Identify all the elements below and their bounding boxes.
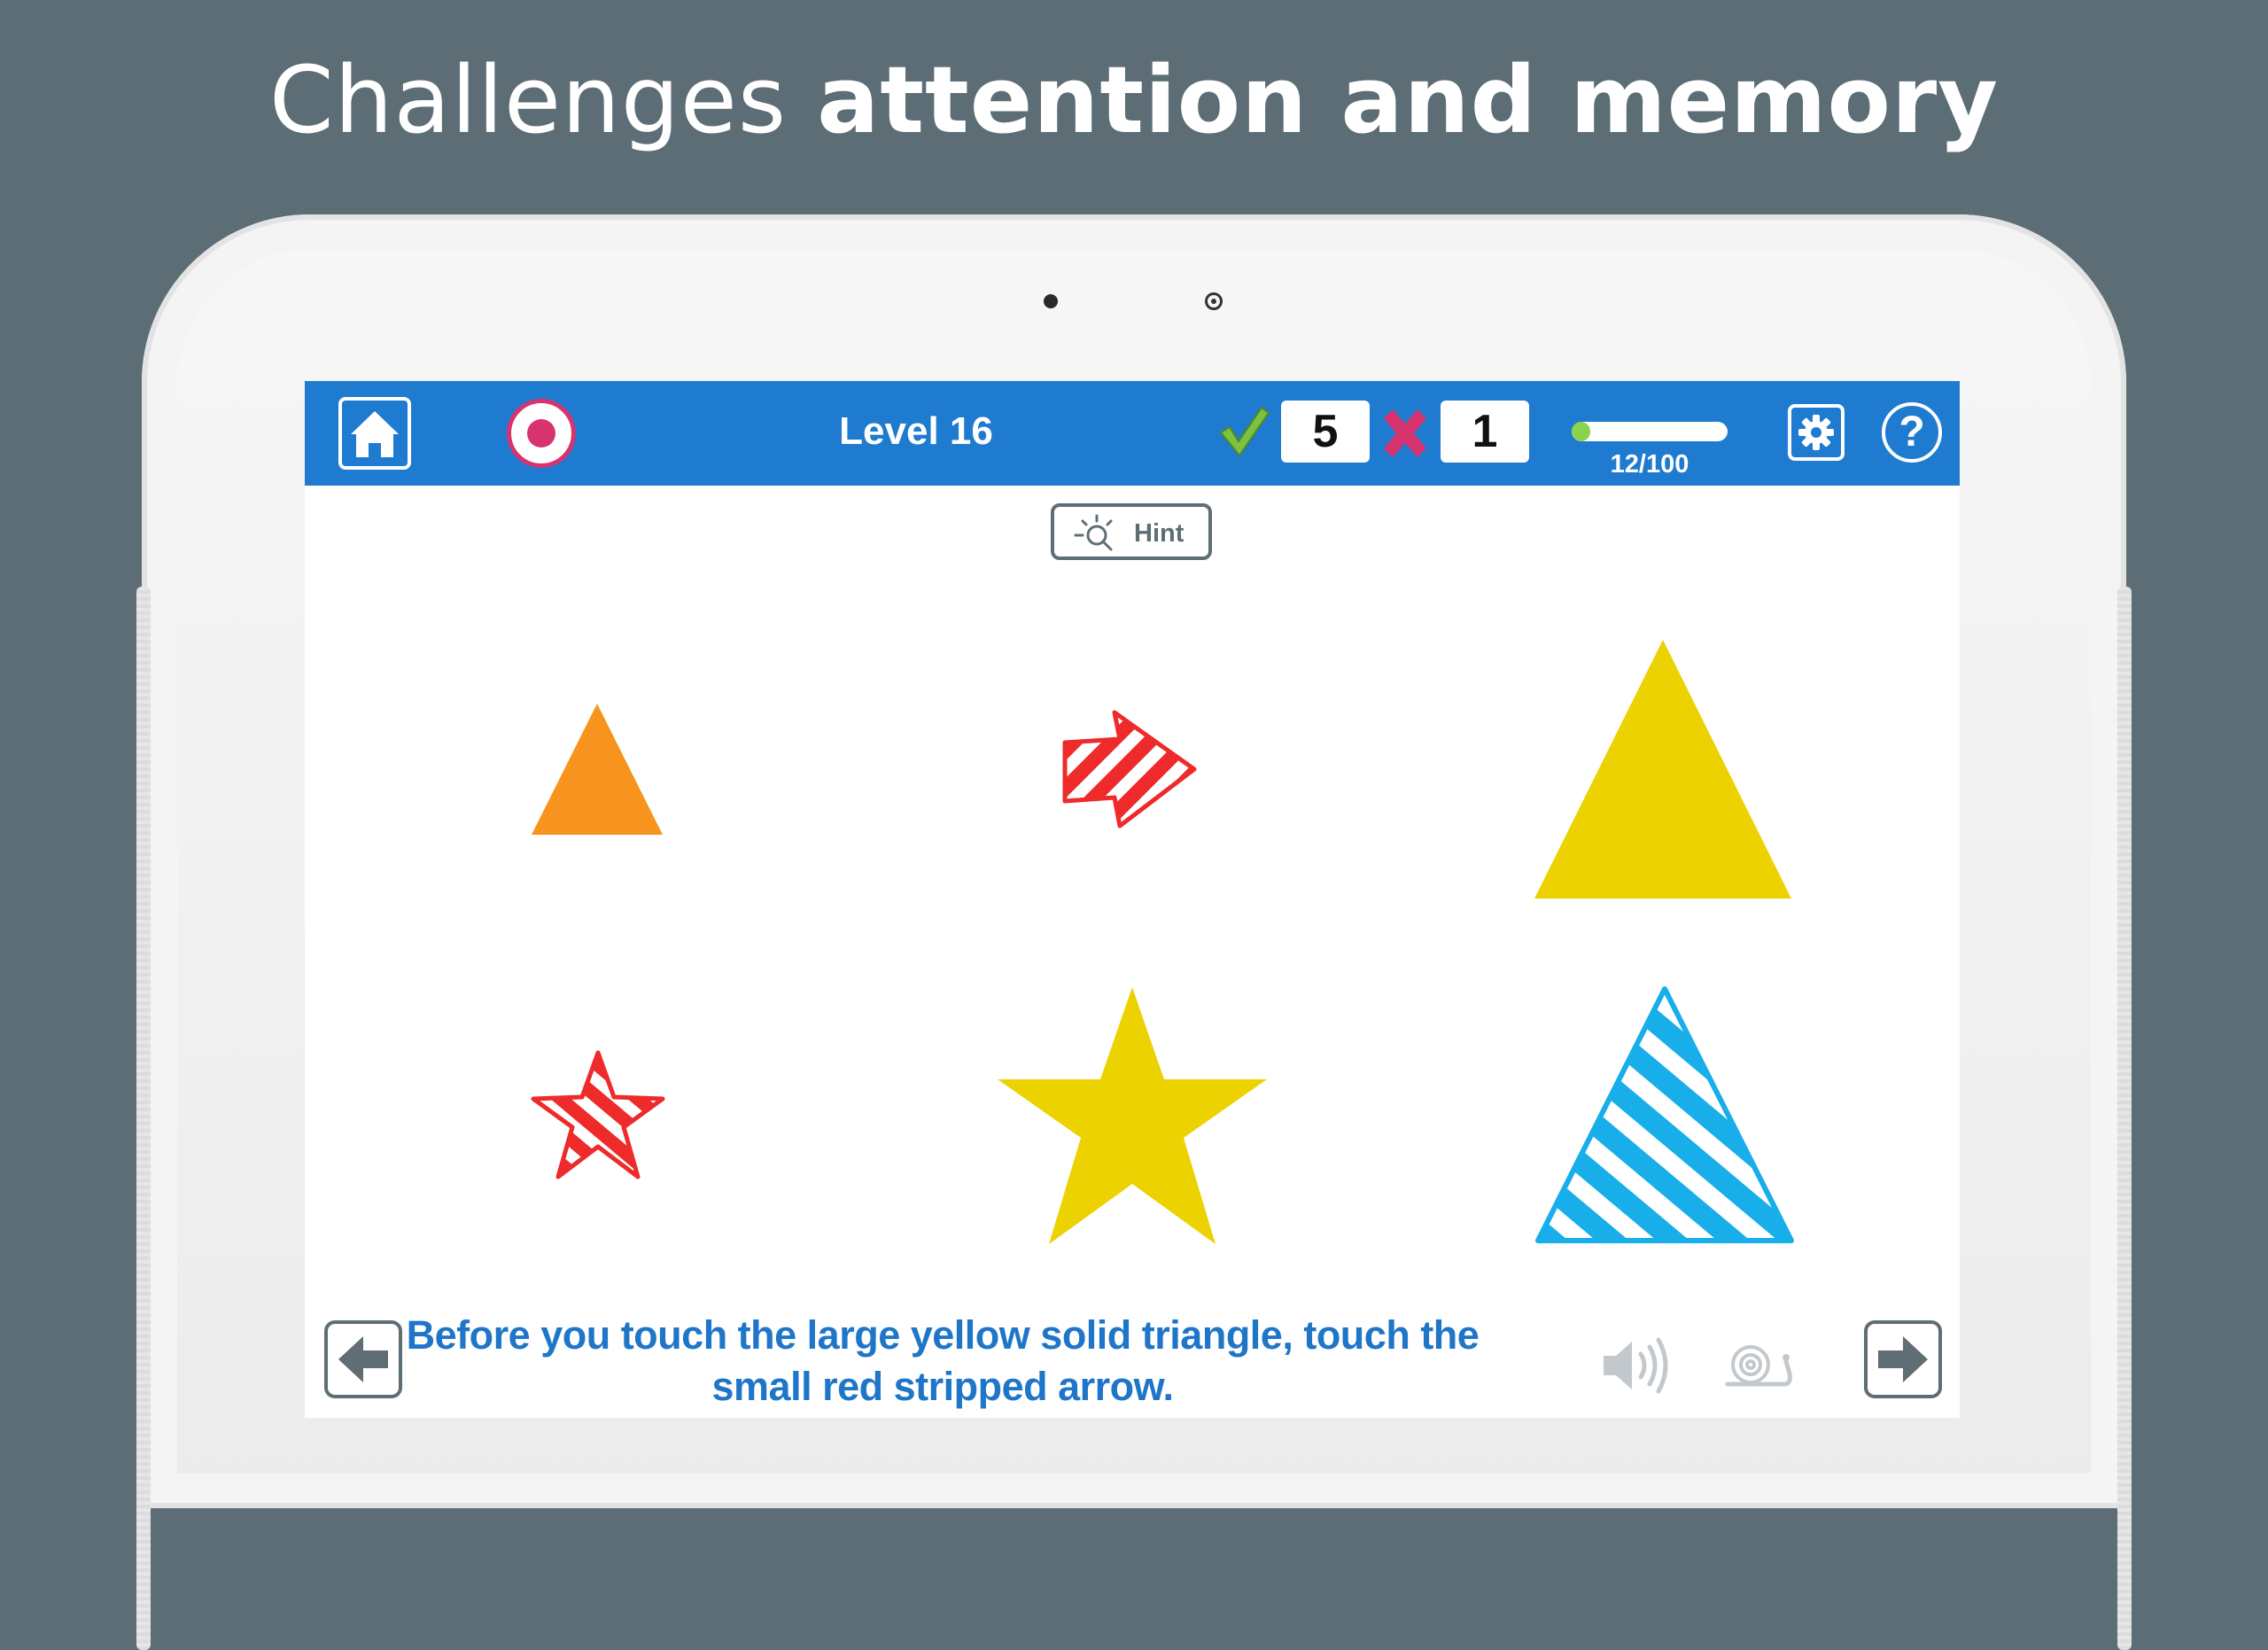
back-arrow-icon: [338, 1336, 388, 1382]
large-yellow-solid-star[interactable]: [998, 987, 1267, 1244]
top-bar: Level 16 5 1 12/100 ?: [305, 381, 1960, 486]
headline-bold: attention and memory: [817, 46, 2000, 154]
forward-arrow-icon: [1878, 1336, 1928, 1382]
small-red-striped-arrow[interactable]: [1060, 709, 1201, 831]
tablet-side-left: [136, 587, 151, 1650]
home-button[interactable]: [338, 397, 411, 470]
hint-label: Hint: [1134, 519, 1184, 548]
home-icon: [351, 411, 399, 457]
large-blue-striped-triangle[interactable]: [1534, 985, 1795, 1244]
back-button[interactable]: [324, 1320, 402, 1398]
camera-sensor: [1044, 294, 1058, 308]
game-screen: Level 16 5 1 12/100 ? Hint Before you to…: [305, 381, 1960, 1418]
instruction-text: Before you touch the large yellow solid …: [406, 1312, 1480, 1409]
large-yellow-solid-triangle[interactable]: [1534, 640, 1791, 899]
record-button[interactable]: [507, 399, 576, 468]
tablet-side-right: [2117, 587, 2132, 1650]
help-icon: ?: [1899, 409, 1925, 455]
headline: Challenges attention and memory: [0, 43, 2268, 158]
progress-fill: [1572, 422, 1591, 441]
cross-icon: [1384, 409, 1426, 457]
camera-lens: [1205, 292, 1223, 310]
hint-icon: [1074, 514, 1113, 551]
headline-light: Challenges: [268, 46, 818, 154]
settings-button[interactable]: [1788, 404, 1845, 461]
wrong-count: 1: [1441, 401, 1529, 463]
small-orange-solid-triangle[interactable]: [532, 704, 663, 835]
check-icon: [1219, 406, 1270, 457]
speaker-icon[interactable]: [1600, 1335, 1671, 1397]
hint-button[interactable]: Hint: [1051, 503, 1212, 560]
correct-count: 5: [1281, 401, 1370, 463]
gear-icon: [1798, 415, 1834, 450]
help-button[interactable]: ?: [1882, 402, 1942, 463]
next-button[interactable]: [1864, 1320, 1942, 1398]
progress-bar: [1572, 422, 1728, 441]
small-red-striped-star[interactable]: [530, 1049, 666, 1182]
snail-icon[interactable]: [1722, 1336, 1793, 1393]
level-label: Level 16: [839, 409, 993, 453]
progress-label: 12/100: [1610, 450, 1689, 479]
